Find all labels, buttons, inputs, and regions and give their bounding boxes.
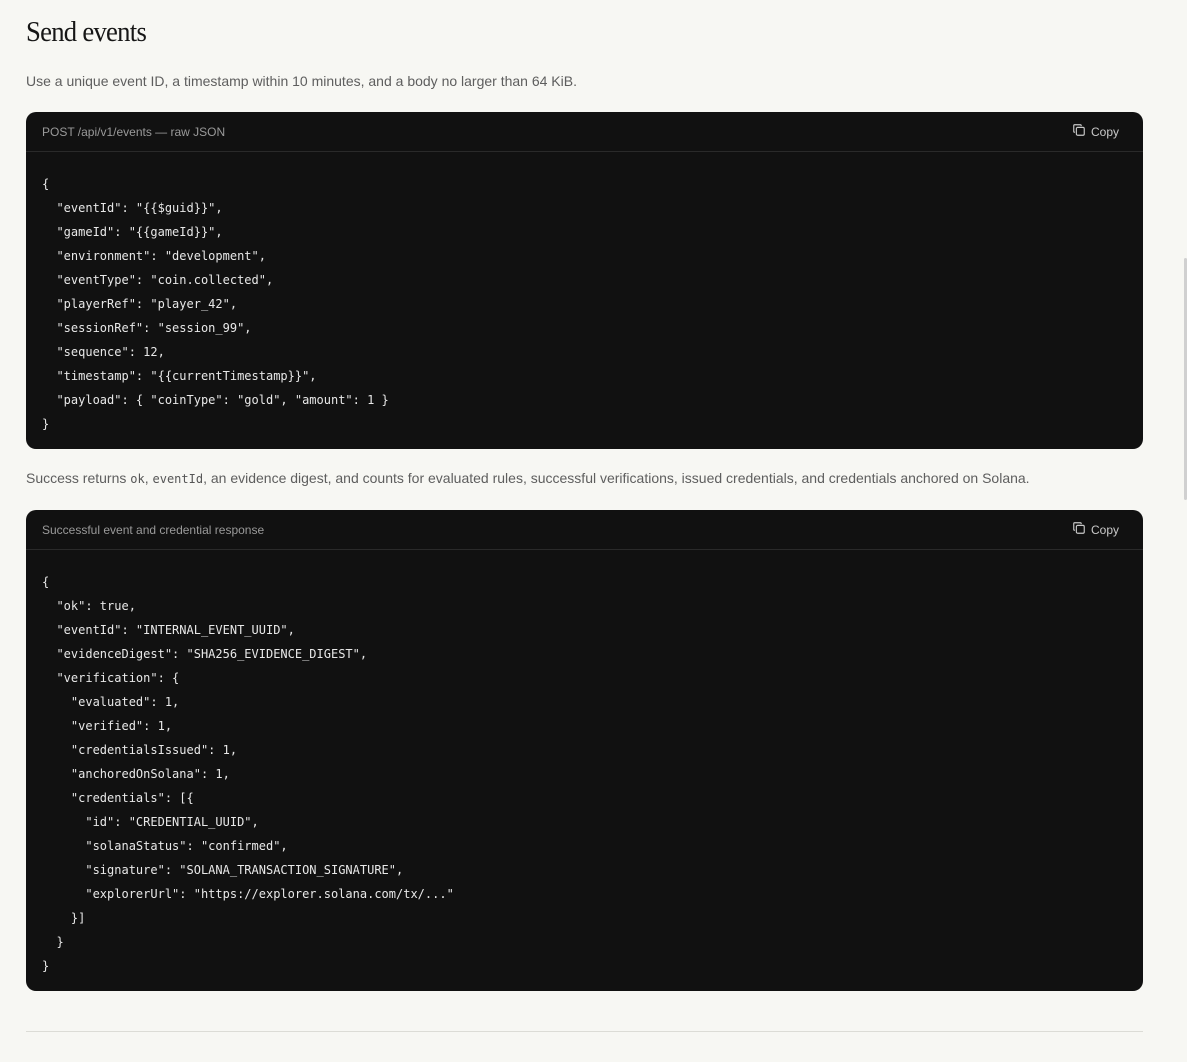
copy-icon <box>1072 521 1086 538</box>
request-code-label: POST /api/v1/events — raw JSON <box>42 124 226 139</box>
request-code-block: POST /api/v1/events — raw JSON Copy { "e… <box>26 112 1143 449</box>
copy-icon <box>1072 123 1086 140</box>
success-note-prefix: Success returns <box>26 470 131 486</box>
request-code-body[interactable]: { "eventId": "{{$guid}}", "gameId": "{{g… <box>26 152 1143 436</box>
response-code-label: Successful event and credential response <box>42 522 265 537</box>
section-title: Send events <box>26 16 147 48</box>
response-copy-button[interactable]: Copy <box>1072 521 1119 538</box>
response-copy-label: Copy <box>1090 522 1119 537</box>
success-note-suffix: , an evidence digest, and counts for eva… <box>203 470 1030 486</box>
response-code-block: Successful event and credential response… <box>26 510 1143 991</box>
section-divider <box>26 1031 1143 1032</box>
response-code-body[interactable]: { "ok": true, "eventId": "INTERNAL_EVENT… <box>26 550 1143 978</box>
request-copy-label: Copy <box>1090 124 1119 139</box>
request-code-header: POST /api/v1/events — raw JSON Copy <box>26 112 1143 152</box>
response-code-header: Successful event and credential response… <box>26 510 1143 550</box>
code-ok: ok <box>130 472 145 486</box>
section-lede: Use a unique event ID, a timestamp withi… <box>26 73 577 89</box>
request-copy-button[interactable]: Copy <box>1072 123 1119 140</box>
success-note-sep: , <box>144 470 153 486</box>
code-eventid: eventId <box>152 472 204 486</box>
success-note: Success returns ok, eventId, an evidence… <box>26 470 1030 486</box>
